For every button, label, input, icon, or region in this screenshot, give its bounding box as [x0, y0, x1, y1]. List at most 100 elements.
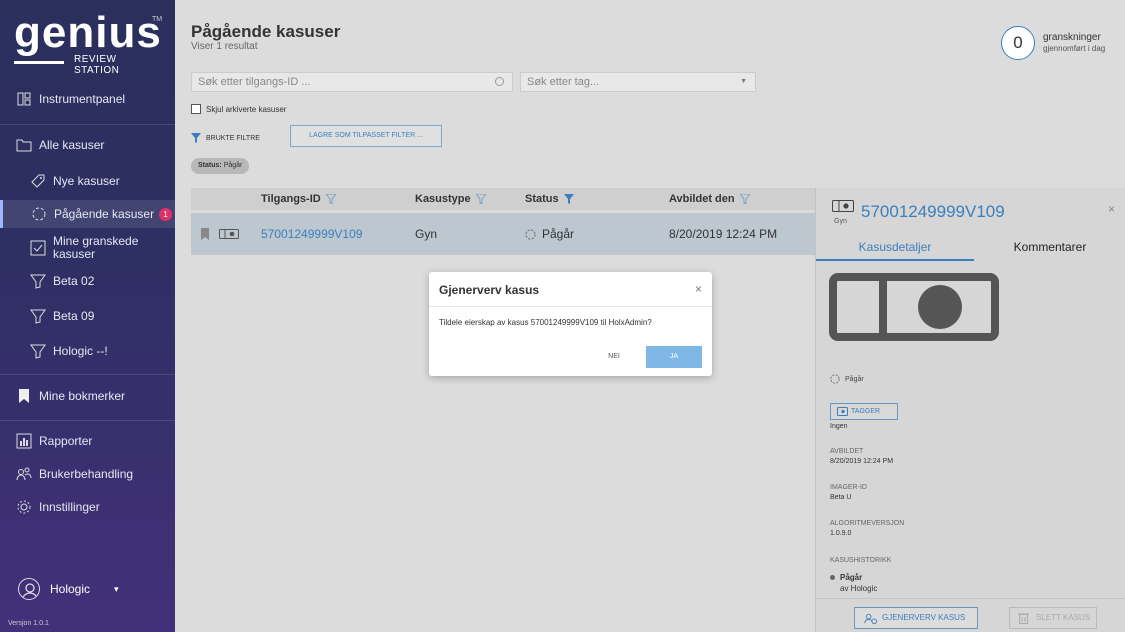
- logo-brand: genius: [14, 8, 162, 57]
- bookmark-icon[interactable]: [201, 213, 209, 255]
- imager-value: Beta U: [830, 494, 852, 501]
- review-counter: 0: [1001, 26, 1035, 60]
- close-icon[interactable]: ×: [695, 282, 702, 296]
- sidebar-item-beta-09[interactable]: Beta 09: [0, 305, 175, 327]
- reclaim-case-dialog: Gjenerverv kasus × Tildele eierskap av k…: [429, 272, 712, 376]
- user-menu[interactable]: Hologic ▾: [18, 578, 119, 600]
- sidebar-item-hologic[interactable]: Hologic --!: [0, 340, 175, 362]
- panel-case-type: Gyn: [834, 218, 847, 225]
- sidebar-item-label: Beta 02: [53, 274, 95, 288]
- filter-active-icon[interactable]: [563, 194, 574, 204]
- logo-subtitle: REVIEW STATION: [74, 54, 120, 76]
- hide-archived-checkbox[interactable]: Skjul arkiverte kasuser: [191, 104, 286, 114]
- in-progress-icon: [830, 374, 840, 384]
- case-date: 8/20/2019 12:24 PM: [669, 227, 778, 241]
- count-badge: 1: [159, 207, 173, 221]
- column-header-id[interactable]: Tilgangs-ID: [261, 188, 336, 210]
- imager-label: IMAGER-ID: [830, 484, 867, 491]
- filter-icon[interactable]: [475, 194, 486, 204]
- sidebar-item-nye-kasuser[interactable]: Nye kasuser: [0, 170, 175, 192]
- button-label: GJENERVERV KASUS: [882, 613, 966, 622]
- counter-line1: granskninger: [1043, 32, 1101, 43]
- sidebar-item-label: Alle kasuser: [39, 137, 105, 152]
- sidebar-item-instrumentpanel[interactable]: Instrumentpanel: [0, 88, 175, 110]
- sidebar-item-label: Beta 09: [53, 309, 95, 323]
- filter-icon: [30, 309, 46, 324]
- filter-icon[interactable]: [325, 194, 336, 204]
- case-type: Gyn: [415, 227, 438, 241]
- cassette-icon: [219, 213, 239, 255]
- logo-underline: [14, 61, 64, 64]
- tagger-value: Ingen: [830, 423, 848, 430]
- sidebar-item-alle-kasuser[interactable]: Alle kasuser: [0, 124, 175, 164]
- user-name: Hologic: [50, 582, 91, 596]
- checkbox-icon: [191, 104, 201, 114]
- history-entry: Pågår: [830, 573, 862, 582]
- close-icon[interactable]: ×: [1108, 202, 1115, 216]
- gear-icon: [17, 500, 31, 514]
- delete-case-button[interactable]: SLETT KASUS: [1009, 607, 1097, 629]
- status-filter-chip[interactable]: Status: Pågår: [191, 158, 250, 174]
- sidebar-item-innstillinger[interactable]: Innstillinger: [0, 496, 175, 518]
- chevron-down-icon: ▾: [114, 583, 119, 594]
- save-filter-button[interactable]: LAGRE SOM TILPASSET FILTER ...: [290, 125, 442, 147]
- reclaim-icon: [864, 613, 877, 625]
- sidebar-item-mine-granskede[interactable]: Mine granskede kasuser: [0, 234, 175, 262]
- case-id-link[interactable]: 57001249999V109: [261, 213, 362, 255]
- applied-filters-toggle[interactable]: BRUKTE FILTRE: [191, 133, 260, 143]
- search-icon: [495, 77, 504, 86]
- history-label: KASUSHISTORIKK: [830, 557, 892, 564]
- sidebar-item-mine-bokmerker[interactable]: Mine bokmerker: [0, 374, 175, 416]
- tab-kasusdetaljer[interactable]: Kasusdetaljer: [816, 238, 974, 261]
- table-row[interactable]: 57001249999V109 Gyn Pågår 8/20/2019 12:2…: [191, 213, 815, 255]
- algo-label: ALGORITMEVERSJON: [830, 520, 905, 527]
- sidebar-item-rapporter[interactable]: Rapporter: [0, 420, 175, 460]
- history-status: Pågår: [840, 573, 863, 582]
- column-label: Status: [525, 193, 559, 205]
- column-header-status[interactable]: Status: [525, 188, 574, 210]
- divider: [429, 306, 712, 307]
- result-count: Viser 1 resultat: [191, 41, 258, 52]
- counter-line2: gjennomført i dag: [1043, 44, 1106, 53]
- tab-kommentarer[interactable]: Kommentarer: [974, 238, 1125, 261]
- filter-icon: [30, 344, 46, 359]
- column-header-type[interactable]: Kasustype: [415, 188, 486, 210]
- sidebar: genius TM REVIEW STATION Instrumentpanel…: [0, 0, 175, 632]
- table-header: Tilgangs-ID Kasustype Status Avbildet de…: [191, 188, 815, 210]
- column-label: Avbildet den: [669, 193, 735, 205]
- genius-logo[interactable]: genius TM REVIEW STATION: [14, 8, 164, 76]
- sidebar-item-beta-02[interactable]: Beta 02: [0, 270, 175, 292]
- tagger-button[interactable]: TAGGER: [830, 403, 898, 420]
- algo-value: 1.0.9.0: [830, 530, 852, 537]
- chip-key: Status:: [198, 162, 222, 169]
- panel-status: Pågår: [830, 374, 864, 384]
- page-title: Pågående kasuser: [191, 22, 341, 41]
- sidebar-item-label: Instrumentpanel: [39, 92, 126, 106]
- reclaim-case-button[interactable]: GJENERVERV KASUS: [854, 607, 978, 629]
- search-input[interactable]: Søk etter tilgangs-ID ...: [191, 72, 513, 92]
- sidebar-item-pagaende-kasuser[interactable]: Pågående kasuser 1: [0, 200, 175, 228]
- in-progress-icon: [525, 228, 536, 240]
- sidebar-item-brukerbehandling[interactable]: Brukerbehandling: [0, 463, 175, 485]
- imaged-value: 8/20/2019 12:24 PM: [830, 458, 894, 465]
- dialog-message: Tildele eierskap av kasus 57001249999V10…: [439, 318, 652, 327]
- imaged-label: AVBILDET: [830, 448, 864, 455]
- search-placeholder: Søk etter tilgangs-ID ...: [198, 76, 311, 88]
- history-by: av Hologic: [840, 584, 878, 593]
- sidebar-item-label: Brukerbehandling: [39, 467, 134, 481]
- sidebar-item-label: Mine bokmerker: [39, 388, 126, 403]
- cassette-icon: [832, 200, 854, 212]
- sidebar-item-label: Innstillinger: [39, 500, 100, 514]
- cassette-image: [829, 273, 999, 341]
- filter-icon: [30, 274, 46, 289]
- tag-icon: [31, 174, 45, 188]
- yes-button[interactable]: JA: [646, 346, 702, 368]
- filter-icon[interactable]: [739, 194, 750, 204]
- tagger-label: TAGGER: [851, 408, 881, 415]
- tag-search-select[interactable]: Søk etter tag... ▼: [520, 72, 756, 92]
- report-icon: [16, 433, 32, 448]
- version-label: Versjon 1.0.1: [8, 620, 49, 627]
- column-header-date[interactable]: Avbildet den: [669, 188, 750, 210]
- logo-tm: TM: [152, 16, 163, 23]
- no-button[interactable]: NEI: [595, 346, 633, 368]
